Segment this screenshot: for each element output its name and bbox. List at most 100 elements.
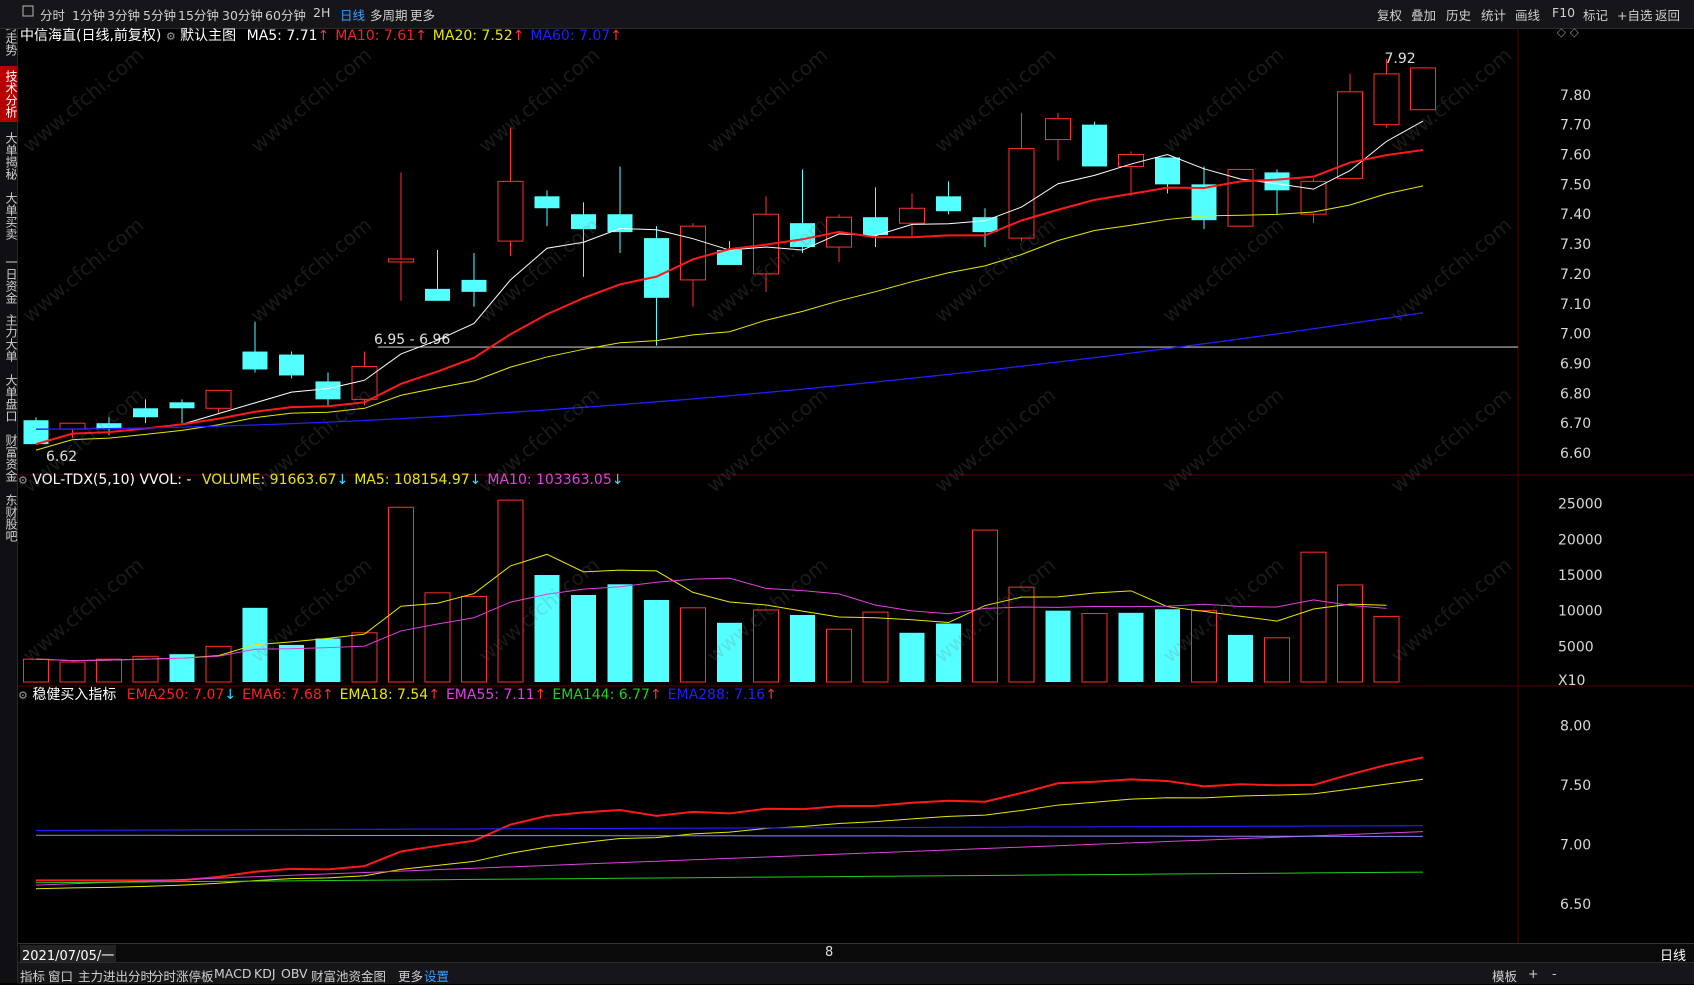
indicator-axis-label: 8.00 (1560, 719, 1591, 735)
bottom-tab-1[interactable]: 窗口 (48, 966, 73, 985)
toolbar-item-5[interactable]: 30分钟 (222, 5, 263, 24)
price-axis-label: 6.80 (1560, 386, 1591, 402)
volume-bar (790, 614, 815, 682)
toolbar-right-4[interactable]: 画线 (1515, 5, 1540, 24)
ema288-line (35, 825, 1424, 832)
volume-indicator-1: MA5: 108154.97 (354, 472, 470, 488)
trend-arrow-icon: ↑ (610, 28, 622, 44)
left-tab-1[interactable]: 技术分析 (0, 66, 18, 122)
toolbar-item-3[interactable]: 5分钟 (143, 5, 176, 24)
price-axis-label: 6.90 (1560, 357, 1591, 373)
settings-icon[interactable]: ⚙ (18, 689, 28, 702)
trend-arrow-icon: ↓ (224, 687, 237, 703)
volume-bar (936, 623, 961, 682)
toolbar-item-2[interactable]: 3分钟 (107, 5, 140, 24)
left-tab-3[interactable]: 大单买卖 (0, 188, 18, 244)
trend-arrow-icon: ↑ (512, 28, 525, 44)
candle-body (972, 217, 998, 233)
bottom-tab-4[interactable]: MACD (214, 966, 251, 981)
trend-arrow-icon: ↑ (428, 687, 440, 703)
volume-label[interactable]: VOL-TDX(5,10) VVOL: - (32, 472, 191, 488)
bottom-tab-7[interactable]: 财富池资金图 (311, 966, 386, 985)
trend-arrow-icon: ↑ (765, 687, 777, 703)
volume-bar (1008, 586, 1035, 683)
price-axis-label: 7.20 (1560, 267, 1591, 283)
candle-body (790, 223, 815, 248)
price-axis-label: 6.60 (1560, 446, 1591, 462)
main-indicator-3: MA60: 7.07 (530, 28, 611, 44)
toolbar-item-9[interactable]: 多周期 (370, 5, 408, 24)
settings-icon[interactable]: ⚙ (166, 30, 176, 43)
trend-arrow-icon: ↑ (317, 28, 330, 44)
trend-arrow-icon: ↓ (336, 472, 349, 488)
indicator-axis-label: 6.50 (1560, 897, 1591, 913)
settings-icon[interactable]: ⚙ (18, 474, 28, 487)
candle-body (242, 351, 268, 370)
window-icon[interactable] (22, 5, 34, 20)
bottom-tab-8[interactable]: 更多 (398, 966, 423, 985)
price-axis-label: 7.30 (1560, 237, 1591, 253)
candle-body (1045, 118, 1071, 141)
bottom-right-0[interactable]: 模板 (1492, 966, 1517, 985)
view-toggle-icon[interactable]: ◇ ◇ (1557, 25, 1579, 39)
toolbar-right-2[interactable]: 历史 (1446, 5, 1471, 24)
toolbar-item-7[interactable]: 2H (313, 5, 330, 20)
period-marker: 8 (825, 945, 834, 960)
candle-body (644, 238, 669, 298)
bottom-right-2[interactable]: - (1552, 966, 1557, 981)
left-tab-7[interactable]: 财富资金 (0, 430, 18, 486)
indicator-label[interactable]: 稳健买入指标 (32, 687, 116, 703)
trend-arrow-icon: ↑ (415, 28, 427, 44)
volume-bar (1373, 615, 1400, 683)
toolbar-right-5[interactable]: F10 (1552, 5, 1575, 20)
left-tab-2[interactable]: 大单揭秘 (0, 128, 18, 184)
bottom-right-1[interactable]: + (1528, 966, 1538, 981)
main-chart-header: 中信海直(日线,前复权) ⚙ 默认主图 MA5: 7.71↑ MA10: 7.61… (20, 25, 622, 45)
toolbar-item-6[interactable]: 60分钟 (265, 5, 306, 24)
left-tab-8[interactable]: 东财股吧 (0, 490, 18, 546)
volume-bar (717, 622, 742, 682)
bottom-tab-2[interactable]: 主力进出分时 (78, 966, 153, 985)
volume-bar (826, 628, 852, 683)
volume-bar (862, 611, 889, 683)
main-chart-label[interactable]: 默认主图 (180, 28, 236, 44)
toolbar-right-7[interactable]: +自选 (1617, 5, 1652, 24)
price-axis-label: 7.50 (1560, 177, 1591, 193)
bottom-tab-9[interactable]: 设置 (424, 966, 449, 985)
volume-bar (1155, 609, 1180, 682)
toolbar-right-6[interactable]: 标记 (1583, 5, 1608, 24)
ma20-line (35, 185, 1424, 451)
price-axis-label: 7.00 (1560, 327, 1591, 343)
toolbar-item-1[interactable]: 1分钟 (72, 5, 105, 24)
date-bar: 2021/07/05/一 8 日线 (18, 943, 1694, 964)
toolbar-item-10[interactable]: 更多 (410, 5, 435, 24)
toolbar-right-3[interactable]: 统计 (1481, 5, 1506, 24)
toolbar-item-8[interactable]: 日线 (340, 5, 365, 24)
candle-body (1300, 180, 1327, 215)
bottom-tab-6[interactable]: OBV (281, 966, 308, 981)
candle-body (425, 288, 450, 301)
bottom-tab-3[interactable]: 分时涨停板 (151, 966, 214, 985)
toolbar-right-0[interactable]: 复权 (1377, 5, 1402, 24)
volume-bar (388, 506, 414, 683)
trend-arrow-icon: ↑ (534, 687, 547, 703)
indicator-header: ⚙ 稳健买入指标 EMA250: 7.07↓ EMA6: 7.68↑ EMA18: … (18, 684, 777, 704)
bottom-tab-0[interactable]: 指标 (20, 966, 45, 985)
toolbar-right-8[interactable]: 返回 (1655, 5, 1680, 24)
left-tab-4[interactable]: 一日资金 (0, 252, 18, 308)
toolbar-item-4[interactable]: 15分钟 (178, 5, 219, 24)
left-tab-5[interactable]: 主力大单 (0, 310, 18, 366)
volume-bar (1081, 613, 1108, 683)
indicator-axis-label: 7.00 (1560, 838, 1591, 854)
candle-body (497, 180, 524, 242)
volume-bar (1118, 612, 1144, 682)
left-tab-6[interactable]: 大单盘口 (0, 370, 18, 426)
bottom-tab-5[interactable]: KDJ (254, 966, 276, 981)
candle-body (388, 258, 414, 263)
volume-bar (1337, 584, 1363, 683)
toolbar-right-1[interactable]: 叠加 (1411, 5, 1436, 24)
candle-body (607, 214, 633, 233)
volume-bar (1191, 610, 1217, 683)
toolbar-item-0[interactable]: 分时 (40, 5, 65, 24)
stock-title: 中信海直(日线,前复权) (20, 28, 162, 44)
